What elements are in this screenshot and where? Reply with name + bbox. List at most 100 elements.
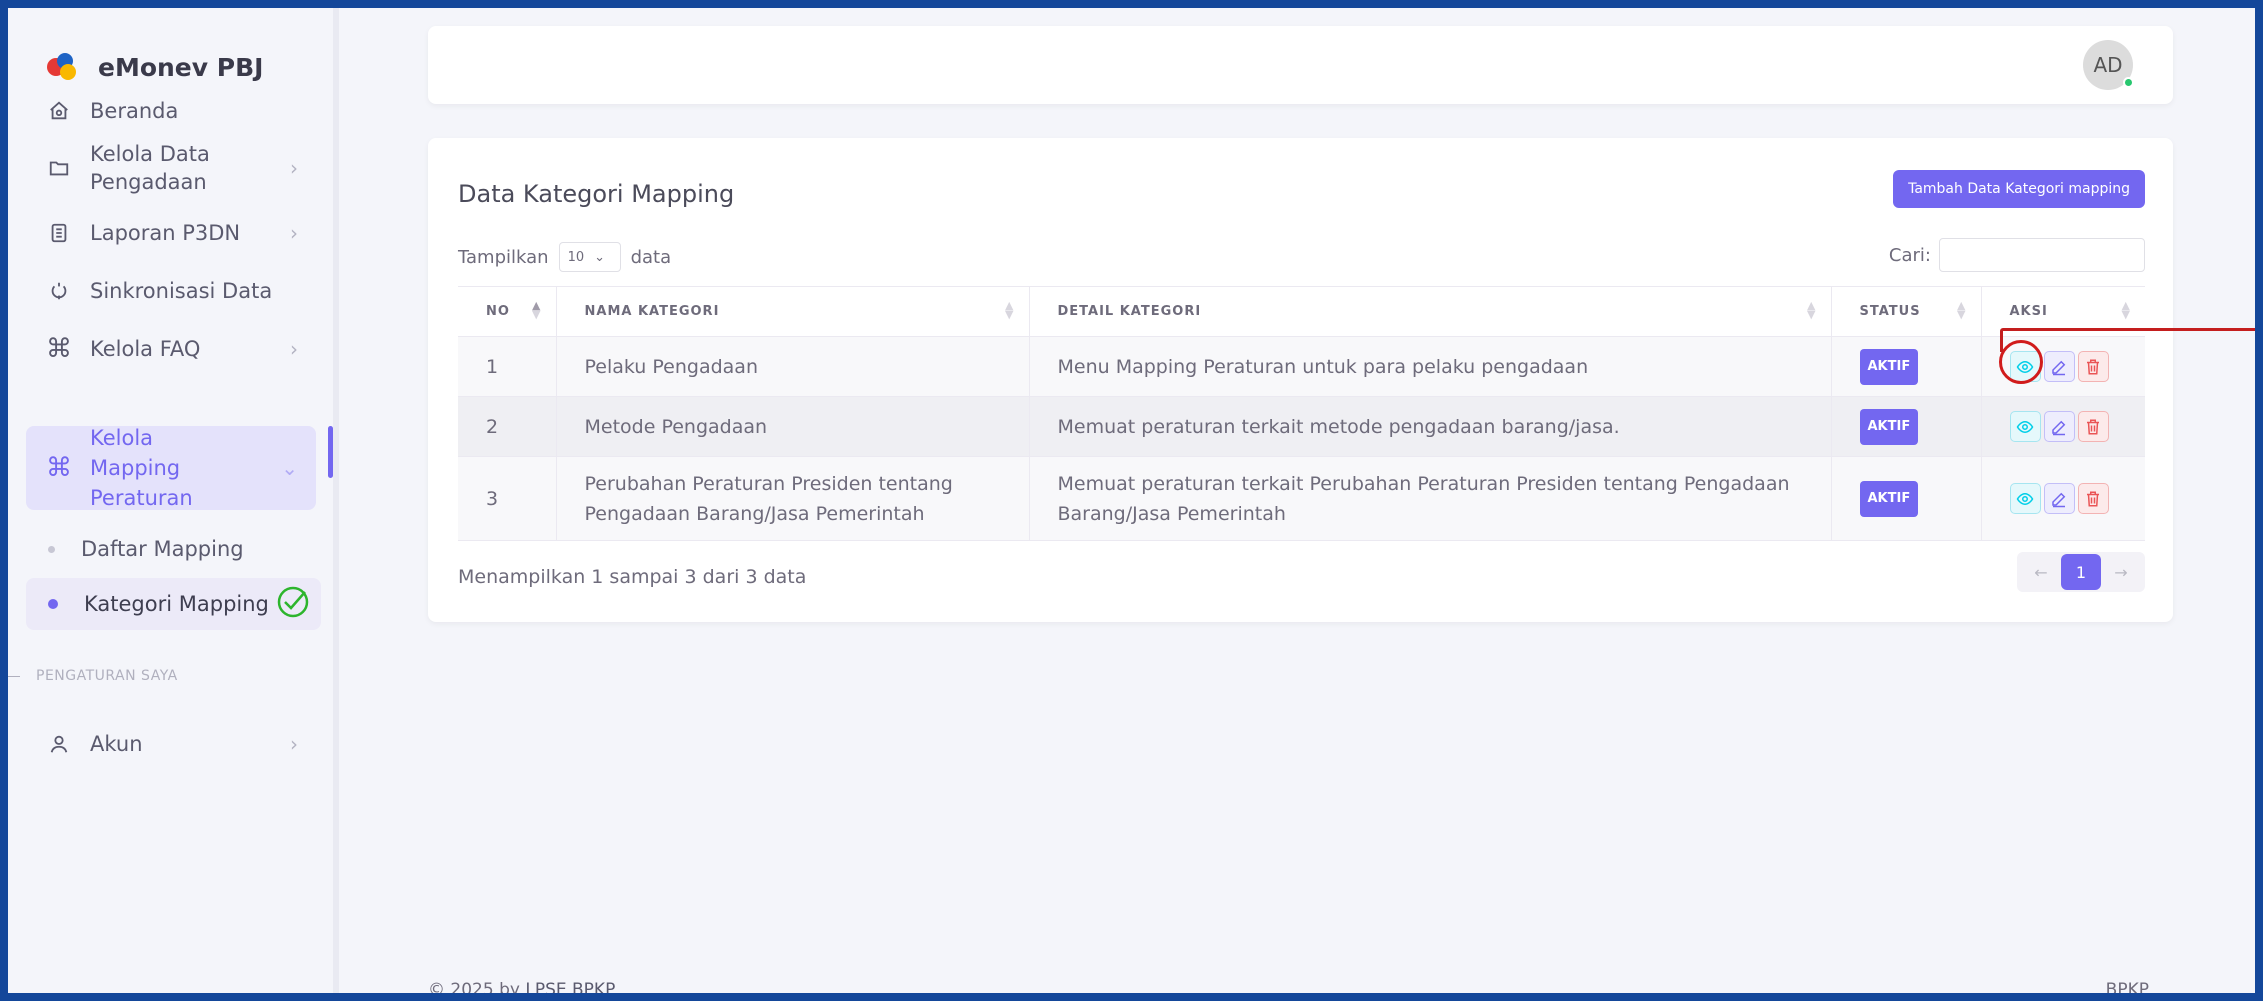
cell-no: 1 <box>458 336 556 397</box>
annotation-callout-line <box>2003 328 2255 331</box>
sort-icon: ▲ ▼ <box>532 299 542 321</box>
sidebar-item-label: Beranda <box>90 99 179 123</box>
table-row: 1 Pelaku Pengadaan Menu Mapping Peratura… <box>458 336 2145 397</box>
delete-button[interactable] <box>2077 351 2109 382</box>
trash-icon <box>2087 359 2099 374</box>
view-button[interactable] <box>2009 411 2041 442</box>
search-input[interactable] <box>1939 238 2145 272</box>
sidebar-divider <box>333 8 339 993</box>
cell-detail: Memuat peraturan terkait Perubahan Perat… <box>1028 456 1831 541</box>
pencil-icon <box>2052 492 2066 507</box>
footer-copyright: © 2025 by LPSE BPKP <box>428 980 615 993</box>
eye-icon <box>2016 492 2034 505</box>
user-icon <box>46 731 72 757</box>
cell-nama: Metode Pengadaan <box>555 396 1029 457</box>
sidebar-item-label: Laporan P3DN <box>90 221 241 245</box>
sidebar-item-label: Akun <box>90 732 143 756</box>
sidebar-item-label: Kelola FAQ <box>90 337 201 361</box>
sidebar-item-laporan-p3dn[interactable]: Laporan P3DN › <box>26 205 316 261</box>
column-header-detail[interactable]: DETAIL KATEGORI ▲ ▼ <box>1028 286 1831 337</box>
bullet-icon <box>48 599 58 609</box>
column-header-status[interactable]: STATUS ▲ ▼ <box>1830 286 1981 337</box>
bullet-icon <box>48 545 55 553</box>
table-info: Menampilkan 1 sampai 3 dari 3 data <box>458 566 807 588</box>
page-length-select[interactable]: 10 ⌄ <box>558 242 621 272</box>
command-icon: ⌘ <box>46 334 72 364</box>
view-button[interactable] <box>2009 483 2041 514</box>
sidebar-item-sinkronisasi-data[interactable]: Sinkronisasi Data <box>26 263 316 319</box>
app-frame: eMonev PBJ Beranda Kelola Data Pengadaan… <box>8 8 2255 993</box>
section-label: PENGATURAN SAYA <box>8 668 178 684</box>
eye-icon <box>2016 420 2034 433</box>
cell-status: AKTIF <box>1830 336 1981 397</box>
pencil-icon <box>2052 420 2066 435</box>
table-row: 2 Metode Pengadaan Memuat peraturan terk… <box>458 396 2145 457</box>
brand[interactable]: eMonev PBJ <box>46 52 263 82</box>
brand-name: eMonev PBJ <box>98 52 264 82</box>
page-length-value: 10 <box>567 249 585 265</box>
chevron-down-icon: ⌄ <box>281 456 298 480</box>
column-header-no[interactable]: NO ▲ ▼ <box>458 286 556 337</box>
status-badge: AKTIF <box>1859 348 1919 385</box>
cell-detail: Menu Mapping Peraturan untuk para pelaku… <box>1028 336 1831 397</box>
sidebar-item-kelola-faq[interactable]: ⌘ Kelola FAQ › <box>26 321 316 377</box>
page-length-control: Tampilkan 10 ⌄ data <box>458 242 671 272</box>
page-title: Data Kategori Mapping <box>458 180 735 208</box>
sidebar-item-label: Daftar Mapping <box>81 537 244 561</box>
trash-icon <box>2087 419 2099 434</box>
chevron-right-icon: › <box>290 337 298 361</box>
avatar-initials: AD <box>2093 53 2123 77</box>
data-card: Data Kategori Mapping Tambah Data Katego… <box>428 138 2173 622</box>
edit-button[interactable] <box>2043 411 2075 442</box>
pencil-icon <box>2052 360 2066 375</box>
status-badge: AKTIF <box>1859 408 1919 445</box>
sidebar-item-label: Kelola Data Pengadaan <box>90 142 210 194</box>
check-circle-icon <box>275 584 311 625</box>
sidebar: eMonev PBJ Beranda Kelola Data Pengadaan… <box>8 8 333 993</box>
cell-no: 2 <box>458 396 556 457</box>
cell-status: AKTIF <box>1830 396 1981 457</box>
edit-button[interactable] <box>2043 351 2075 382</box>
pagination: ← 1 → <box>2017 552 2145 592</box>
avatar[interactable]: AD <box>2083 40 2134 90</box>
pagination-next[interactable]: → <box>2101 554 2141 590</box>
column-header-nama[interactable]: NAMA KATEGORI ▲ ▼ <box>555 286 1029 337</box>
pagination-prev[interactable]: ← <box>2021 554 2061 590</box>
sidebar-item-kelola-data-pengadaan[interactable]: Kelola Data Pengadaan › <box>26 133 316 203</box>
cell-nama: Pelaku Pengadaan <box>555 336 1029 397</box>
add-category-button[interactable]: Tambah Data Kategori mapping <box>1893 170 2145 208</box>
length-suffix: data <box>630 246 672 268</box>
sidebar-item-label: Sinkronisasi Data <box>90 279 273 303</box>
online-status-icon <box>2123 77 2134 88</box>
chevron-right-icon: › <box>290 221 298 245</box>
chevron-down-icon: ⌄ <box>594 249 606 265</box>
edit-button[interactable] <box>2043 483 2075 514</box>
trash-icon <box>2087 491 2099 506</box>
sort-icon: ▲ ▼ <box>1807 299 1817 321</box>
footer-org-link[interactable]: LPSE BPKP <box>525 980 615 993</box>
command-icon: ⌘ <box>46 453 72 483</box>
sidebar-item-akun[interactable]: Akun › <box>26 718 316 770</box>
chevron-right-icon: › <box>290 732 298 756</box>
cell-status: AKTIF <box>1830 456 1981 541</box>
sidebar-item-beranda[interactable]: Beranda <box>26 91 316 131</box>
sidebar-subitem-daftar-mapping[interactable]: Daftar Mapping <box>26 523 316 575</box>
delete-button[interactable] <box>2077 411 2109 442</box>
folder-icon <box>46 155 72 181</box>
home-icon <box>46 98 72 124</box>
annotation-callout-line <box>2000 328 2003 352</box>
top-navbar: AD <box>428 26 2173 104</box>
sort-icon: ▲ ▼ <box>1957 299 1967 321</box>
delete-button[interactable] <box>2077 483 2109 514</box>
cell-no: 3 <box>458 456 556 541</box>
pagination-page[interactable]: 1 <box>2061 554 2101 590</box>
table-row: 3 Perubahan Peraturan Presiden tentang P… <box>458 456 2145 541</box>
sidebar-subitem-kategori-mapping[interactable]: Kategori Mapping <box>26 578 321 630</box>
annotation-highlight-circle <box>1999 340 2043 384</box>
table-header-row: NO ▲ ▼ NAMA KATEGORI ▲ ▼ DETAIL KATEGORI ▲ ▼ S… <box>458 286 2145 337</box>
cell-actions <box>1980 396 2145 457</box>
cell-detail: Memuat peraturan terkait metode pengadaa… <box>1028 396 1831 457</box>
sync-icon <box>46 278 72 304</box>
data-table: NO ▲ ▼ NAMA KATEGORI ▲ ▼ DETAIL KATEGORI ▲ ▼ S… <box>458 286 2145 541</box>
sidebar-item-kelola-mapping-peraturan[interactable]: ⌘ Kelola Mapping Peraturan ⌄ <box>26 426 316 510</box>
